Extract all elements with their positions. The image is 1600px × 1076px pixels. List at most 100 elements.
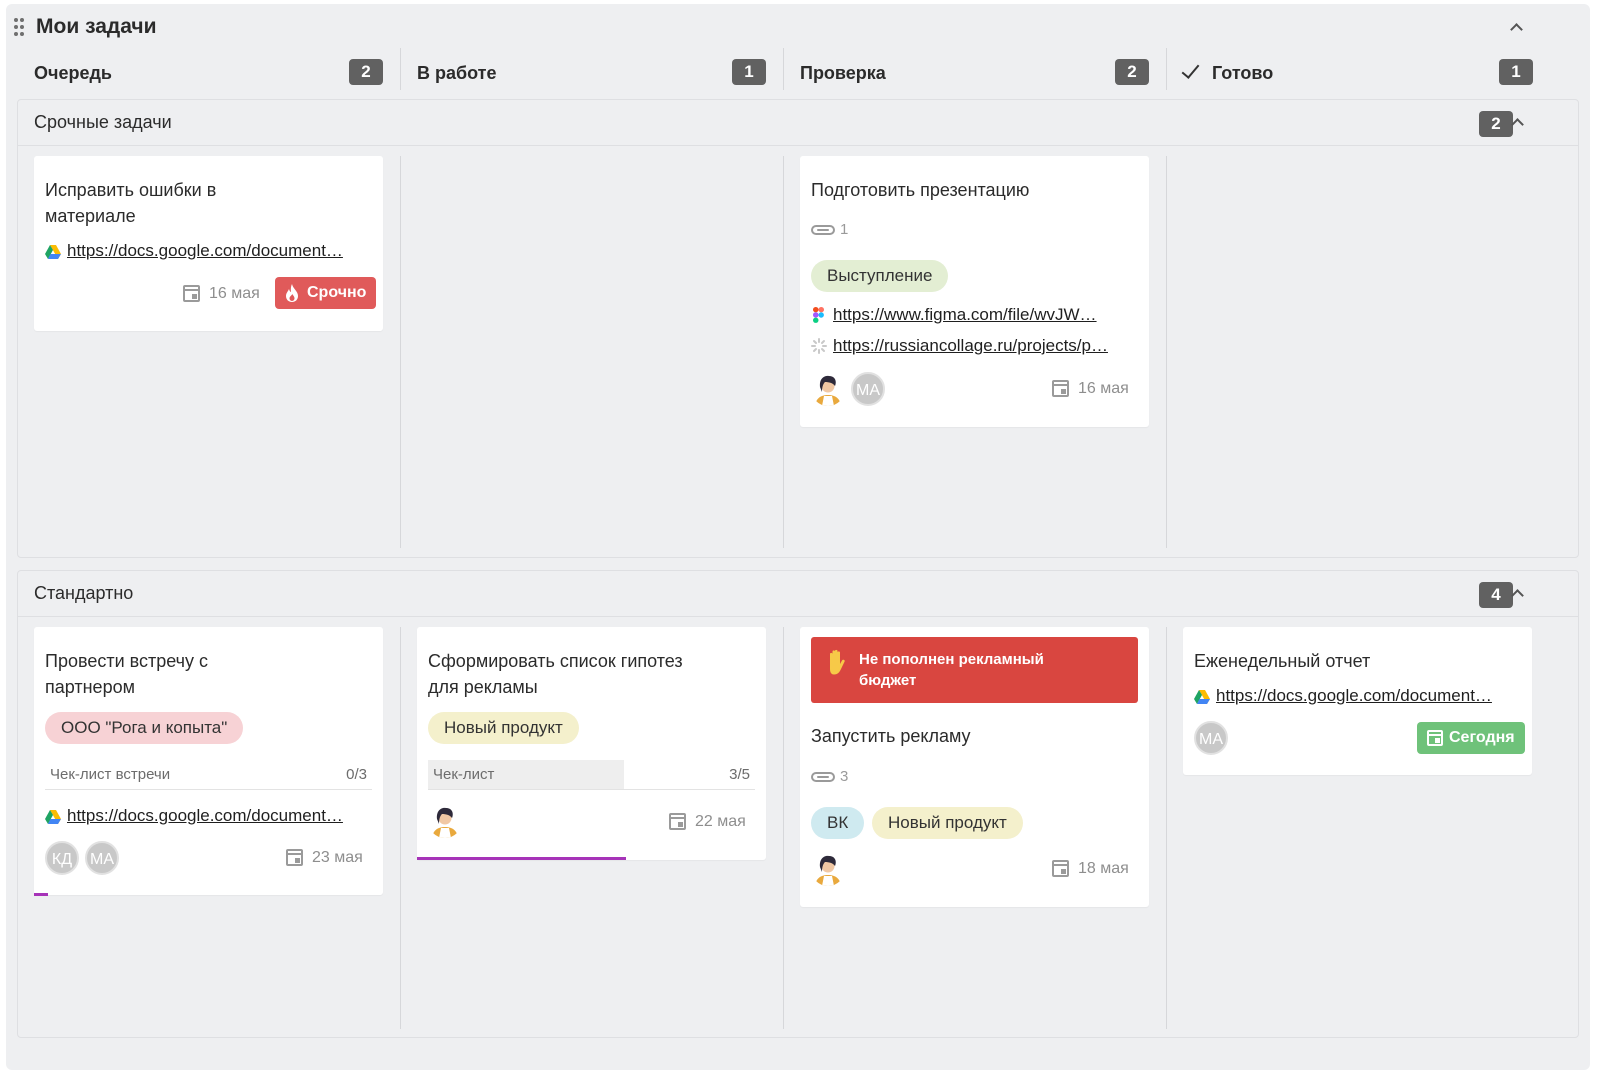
task-card-presentation[interactable]: Подготовить презентацию 1 Выступление ht… xyxy=(800,156,1149,427)
due-date: 18 мая xyxy=(1052,858,1142,880)
card-link-row: https://docs.google.com/document… xyxy=(45,241,375,263)
drag-handle-icon[interactable] xyxy=(14,18,26,38)
card-progress-bar xyxy=(417,857,626,860)
column-count-badge: 2 xyxy=(1115,59,1149,85)
due-date: 22 мая xyxy=(669,811,759,833)
checklist-progress[interactable]: Чек-лист встречи 0/3 xyxy=(45,760,372,790)
user-avatar-initials[interactable]: МА xyxy=(1194,721,1228,755)
google-drive-icon xyxy=(1194,690,1210,704)
due-today-badge: Сегодня xyxy=(1417,722,1525,754)
swimlane-title: Срочные задачи xyxy=(34,112,172,132)
google-docs-link[interactable]: https://docs.google.com/document… xyxy=(67,806,372,826)
attachments-count: 1 xyxy=(811,220,871,240)
column-divider xyxy=(1166,48,1167,90)
card-title: Запустить рекламу xyxy=(811,726,971,746)
card-title: Подготовить презентацию xyxy=(811,180,1030,200)
user-avatar-initials[interactable]: МА xyxy=(851,372,885,406)
card-title: Еженедельный отчет xyxy=(1194,651,1371,671)
board-title: Мои задачи xyxy=(36,15,157,38)
due-date: 23 мая xyxy=(286,847,376,869)
user-avatar-initials[interactable]: МА xyxy=(85,841,119,875)
column-header-queue: Очередь 2 xyxy=(34,54,383,94)
checklist-name: Чек-лист встречи xyxy=(50,766,171,783)
board-header: Мои задачи xyxy=(6,4,1590,50)
column-label: В работе xyxy=(417,63,497,83)
google-drive-icon xyxy=(45,245,61,259)
calendar-icon xyxy=(183,285,200,302)
column-label: Проверка xyxy=(800,63,886,83)
collapse-lane-chevron-up-icon[interactable] xyxy=(1511,589,1524,602)
column-label: Готово xyxy=(1212,63,1274,83)
tag-label[interactable]: ВК xyxy=(811,807,865,839)
column-count-badge: 2 xyxy=(349,59,383,85)
task-card-weekly-report[interactable]: Еженедельный отчет https://docs.google.c… xyxy=(1183,627,1532,775)
user-avatar-photo[interactable] xyxy=(428,804,462,838)
column-divider xyxy=(1166,156,1167,548)
swimlane-urgent: Срочные задачи 2 Исправить ошибки в мате… xyxy=(17,99,1579,558)
column-header-review: Проверка 2 xyxy=(800,54,1149,94)
task-card-launch-ads[interactable]: Не пополнен рекламный бюджет Запустить р… xyxy=(800,627,1149,907)
google-docs-link[interactable]: https://docs.google.com/document… xyxy=(67,241,372,261)
check-icon xyxy=(1181,60,1200,79)
urgent-badge: Срочно xyxy=(275,277,377,309)
swimlane-header[interactable]: Срочные задачи 2 xyxy=(18,100,1578,146)
figma-icon xyxy=(813,307,824,323)
tag-label[interactable]: Новый продукт xyxy=(872,807,1023,839)
column-label: Очередь xyxy=(34,63,112,83)
column-count-badge: 1 xyxy=(1499,59,1533,85)
swimlane-standard: Стандартно 4 Провести встречу с партнеро… xyxy=(17,570,1579,1038)
fire-icon xyxy=(286,284,298,302)
column-divider xyxy=(783,627,784,1029)
card-progress-bar xyxy=(34,893,48,896)
checklist-progress[interactable]: Чек-лист 3/5 xyxy=(428,760,755,790)
column-header-in-progress: В работе 1 xyxy=(417,54,766,94)
loading-spinner-icon xyxy=(811,338,827,354)
tag-label[interactable]: Новый продукт xyxy=(428,712,579,744)
blocker-text: Не пополнен рекламный бюджет xyxy=(859,651,1044,689)
column-divider xyxy=(783,48,784,90)
tag-label[interactable]: ООО "Рога и копыта" xyxy=(45,712,244,744)
column-divider xyxy=(1166,627,1167,1029)
task-card-meeting[interactable]: Провести встречу с партнером ООО "Рога и… xyxy=(34,627,383,896)
card-link-row: https://www.figma.com/file/wvJW… xyxy=(811,305,1141,327)
column-divider xyxy=(400,48,401,90)
collapse-board-chevron-up-icon[interactable] xyxy=(1510,23,1523,36)
card-link-row: https://docs.google.com/document… xyxy=(45,806,375,828)
paperclip-icon xyxy=(811,225,835,235)
calendar-icon xyxy=(1427,730,1443,746)
user-avatar-photo[interactable] xyxy=(811,372,845,406)
stop-hand-icon xyxy=(830,649,845,675)
website-link[interactable]: https://russiancollage.ru/projects/p… xyxy=(833,336,1138,356)
google-docs-link[interactable]: https://docs.google.com/document… xyxy=(1216,686,1521,706)
swimlane-count-badge: 2 xyxy=(1479,111,1513,137)
column-count-badge: 1 xyxy=(732,59,766,85)
attachments-count: 3 xyxy=(811,767,871,787)
board: Мои задачи Очередь 2 В работе 1 Проверка… xyxy=(6,4,1590,1070)
paperclip-icon xyxy=(811,772,835,782)
calendar-icon xyxy=(1052,380,1069,397)
calendar-icon xyxy=(669,813,686,830)
swimlane-title: Стандартно xyxy=(34,583,134,603)
google-drive-icon xyxy=(45,810,61,824)
swimlane-count-badge: 4 xyxy=(1479,582,1513,608)
checklist-count: 3/5 xyxy=(729,766,750,783)
column-divider xyxy=(400,156,401,548)
due-date: 16 мая xyxy=(183,283,273,305)
tag-label[interactable]: Выступление xyxy=(811,260,949,292)
card-title: Сформировать список гипотез для рекламы xyxy=(428,651,683,697)
collapse-lane-chevron-up-icon[interactable] xyxy=(1511,118,1524,131)
checklist-name: Чек-лист xyxy=(433,766,495,783)
figma-link[interactable]: https://www.figma.com/file/wvJW… xyxy=(833,305,1138,325)
blocker-banner[interactable]: Не пополнен рекламный бюджет xyxy=(811,637,1138,703)
column-divider xyxy=(783,156,784,548)
column-divider xyxy=(400,627,401,1029)
user-avatar-photo[interactable] xyxy=(811,852,845,886)
calendar-icon xyxy=(1052,860,1069,877)
task-card-hypotheses[interactable]: Сформировать список гипотез для рекламы … xyxy=(417,627,766,860)
card-title: Провести встречу с партнером xyxy=(45,651,209,697)
swimlane-header[interactable]: Стандартно 4 xyxy=(18,571,1578,617)
task-card-fix-errors[interactable]: Исправить ошибки в материале https://doc… xyxy=(34,156,383,331)
user-avatar-initials[interactable]: КД xyxy=(45,841,79,875)
card-link-row: https://docs.google.com/document… xyxy=(1194,686,1524,708)
checklist-count: 0/3 xyxy=(346,766,367,783)
